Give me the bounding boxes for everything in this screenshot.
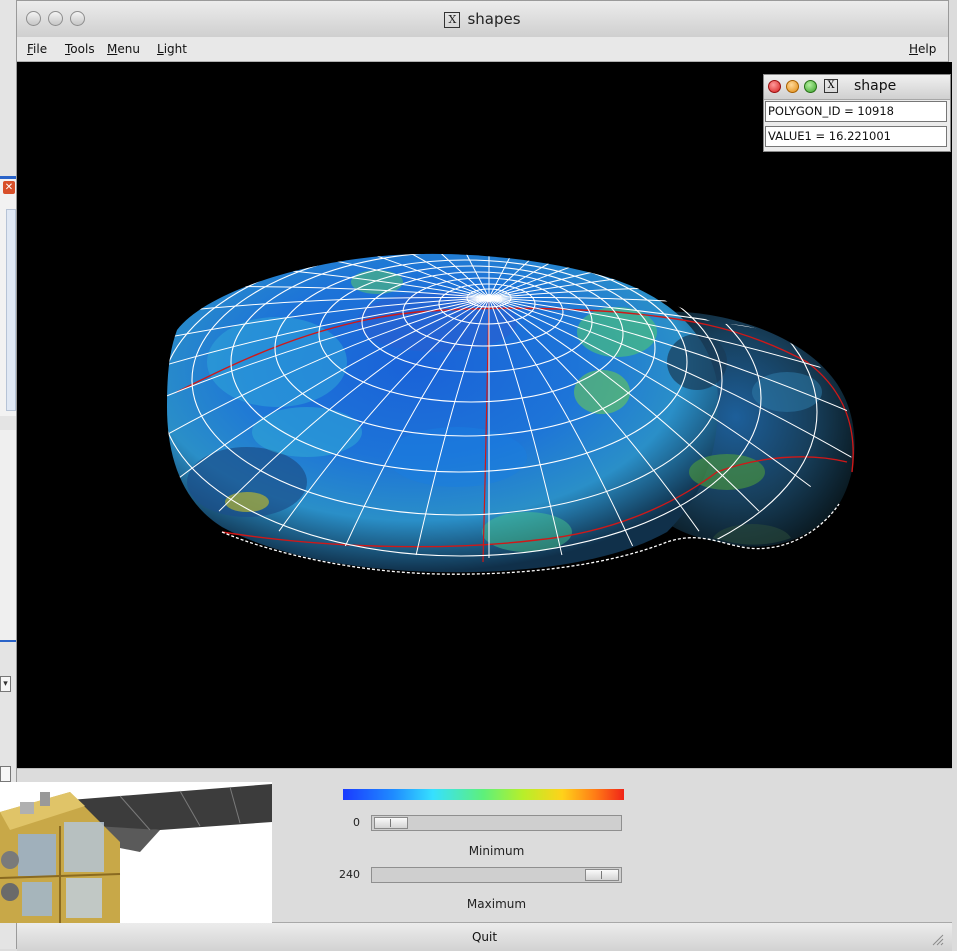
- background-window: ✕: [0, 176, 16, 416]
- shape-info-window: X shape POLYGON_ID = 10918 VALUE1 = 16.2…: [763, 74, 951, 152]
- background-scrollbar[interactable]: [6, 209, 16, 411]
- menu-menu[interactable]: Menu: [107, 42, 140, 56]
- window-title: Xshapes: [17, 10, 948, 28]
- x11-icon: X: [824, 79, 838, 93]
- close-icon[interactable]: ✕: [3, 181, 15, 194]
- background-window-lower: [0, 430, 16, 642]
- maximum-slider-thumb[interactable]: [585, 869, 619, 881]
- spacecraft-image: [0, 782, 272, 923]
- zoom-icon[interactable]: [804, 80, 817, 93]
- window-title-text: shapes: [467, 10, 521, 28]
- asteroid-render: [167, 253, 855, 575]
- menubar: File Tools Menu Light Help: [17, 37, 948, 62]
- minimum-slider[interactable]: [371, 815, 622, 831]
- background-checkbox[interactable]: [0, 766, 11, 782]
- polygon-id-field[interactable]: POLYGON_ID = 10918: [765, 101, 947, 122]
- resize-grip-icon[interactable]: [930, 932, 944, 946]
- window-titlebar[interactable]: Xshapes: [17, 1, 948, 38]
- maximum-value: 240: [339, 868, 360, 881]
- info-window-title: shape: [854, 78, 897, 94]
- minimum-value: 0: [353, 816, 360, 829]
- value1-field[interactable]: VALUE1 = 16.221001: [765, 126, 947, 147]
- colorbar-legend: [343, 789, 624, 800]
- minimum-label: Minimum: [468, 844, 525, 858]
- info-titlebar[interactable]: X shape: [764, 75, 950, 100]
- menu-light[interactable]: Light: [157, 42, 187, 56]
- minimize-icon[interactable]: [786, 80, 799, 93]
- background-checkbox[interactable]: ▾: [0, 676, 11, 692]
- quit-button[interactable]: Quit: [17, 922, 952, 951]
- pole-marker: [485, 294, 493, 302]
- menu-help[interactable]: Help: [909, 42, 936, 56]
- menu-file[interactable]: File: [27, 42, 47, 56]
- x11-icon: X: [444, 12, 461, 28]
- 3d-viewport[interactable]: [17, 62, 952, 768]
- maximum-label: Maximum: [466, 897, 527, 911]
- maximum-slider[interactable]: [371, 867, 622, 883]
- minimum-slider-thumb[interactable]: [374, 817, 408, 829]
- close-icon[interactable]: [768, 80, 781, 93]
- menu-tools[interactable]: Tools: [65, 42, 95, 56]
